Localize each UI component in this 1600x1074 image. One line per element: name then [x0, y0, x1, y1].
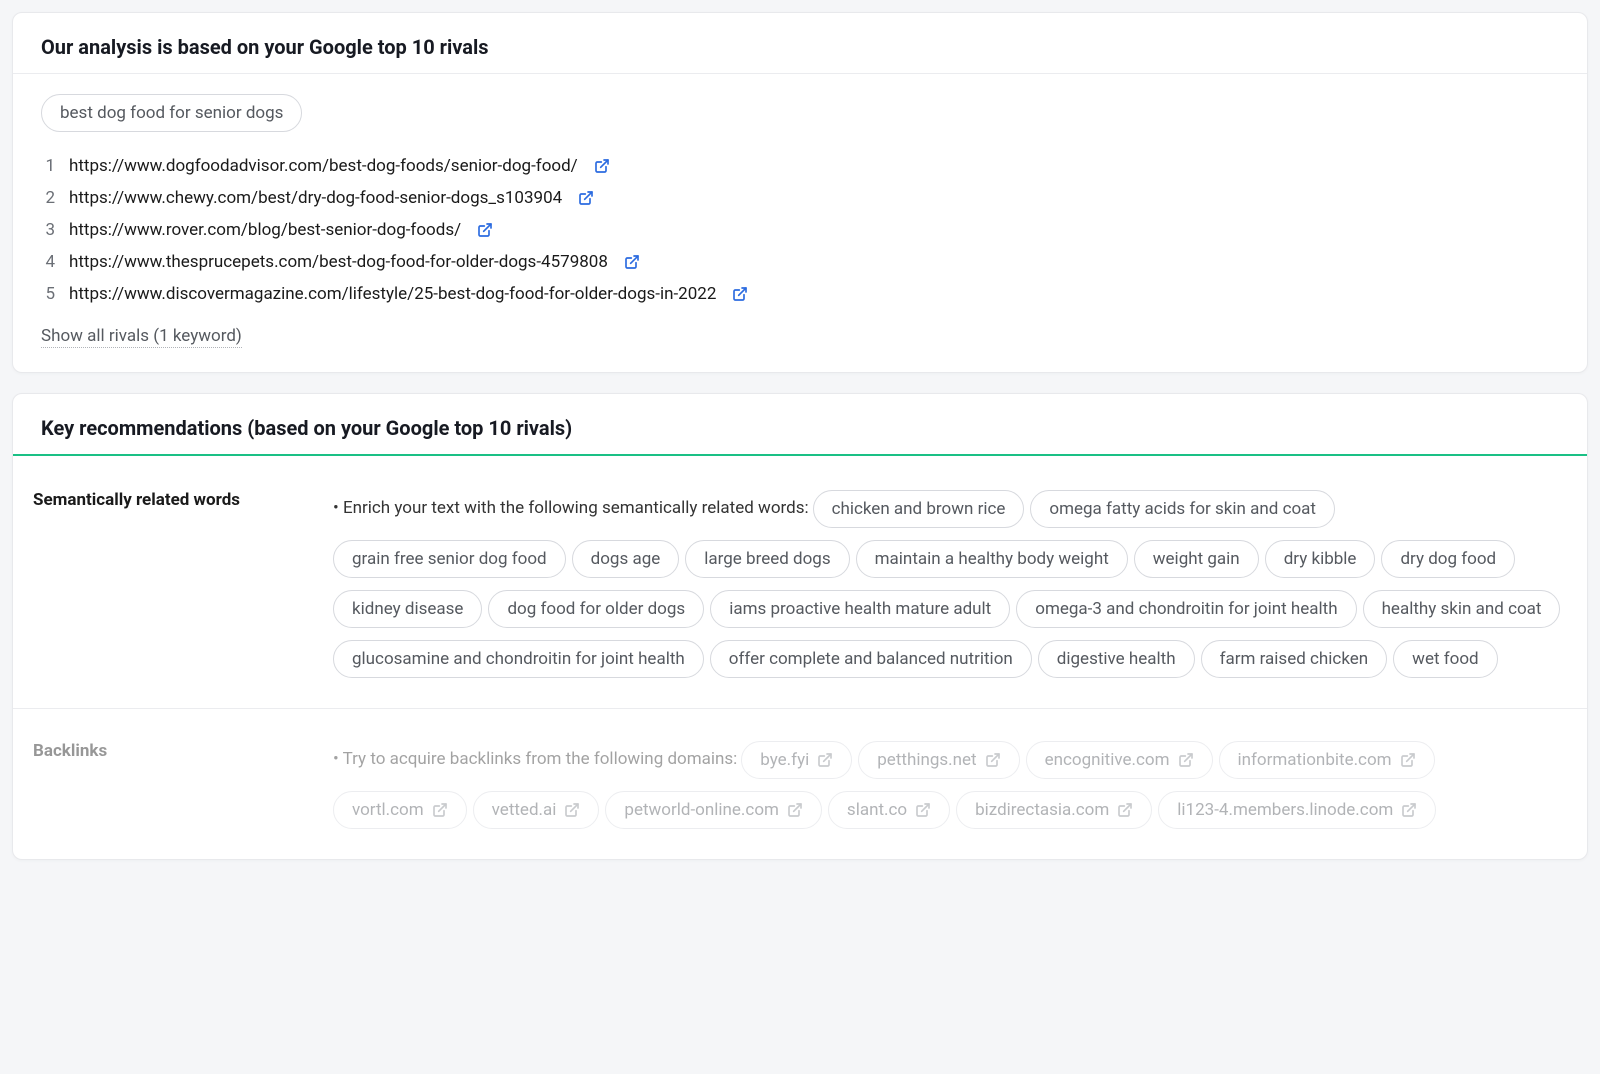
- semantic-word-pill[interactable]: chicken and brown rice: [813, 490, 1025, 528]
- semantic-word-pill[interactable]: healthy skin and coat: [1363, 590, 1561, 628]
- semantic-lead: Enrich your text with the following sema…: [333, 498, 809, 518]
- external-link-icon[interactable]: [787, 802, 803, 818]
- external-link-icon[interactable]: [1117, 802, 1133, 818]
- rival-number: 5: [41, 284, 55, 304]
- external-link-icon[interactable]: [432, 802, 448, 818]
- rival-url[interactable]: https://www.thesprucepets.com/best-dog-f…: [69, 252, 608, 272]
- backlinks-row: Backlinks Try to acquire backlinks from …: [13, 727, 1587, 859]
- rival-row: 3 https://www.rover.com/blog/best-senior-…: [41, 214, 1559, 246]
- semantic-pills: chicken and brown riceomega fatty acids …: [333, 498, 1566, 667]
- rival-url[interactable]: https://www.chewy.com/best/dry-dog-food-…: [69, 188, 562, 208]
- backlink-domain-pill[interactable]: petthings.net: [858, 741, 1019, 779]
- backlink-domain-pill[interactable]: li123-4.members.linode.com: [1158, 791, 1436, 829]
- external-link-icon[interactable]: [594, 158, 610, 174]
- rivals-list: 1 https://www.dogfoodadvisor.com/best-dog…: [41, 150, 1559, 310]
- external-link-icon[interactable]: [915, 802, 931, 818]
- semantic-word-pill[interactable]: glucosamine and chondroitin for joint he…: [333, 640, 704, 678]
- backlink-domain-text: slant.co: [847, 800, 907, 820]
- rival-url[interactable]: https://www.discovermagazine.com/lifesty…: [69, 284, 716, 304]
- semantic-row: Semantically related words Enrich your t…: [13, 476, 1587, 708]
- backlinks-lead: Try to acquire backlinks from the follow…: [333, 749, 737, 769]
- recommendations-title: Key recommendations (based on your Googl…: [41, 416, 1559, 440]
- backlink-domain-text: vortl.com: [352, 800, 424, 820]
- backlink-domain-pill[interactable]: bye.fyi: [741, 741, 852, 779]
- external-link-icon[interactable]: [564, 802, 580, 818]
- semantic-word-pill[interactable]: offer complete and balanced nutrition: [710, 640, 1032, 678]
- external-link-icon[interactable]: [732, 286, 748, 302]
- backlink-domain-pill[interactable]: encognitive.com: [1026, 741, 1213, 779]
- semantic-word-pill[interactable]: dogs age: [572, 540, 680, 578]
- rival-number: 4: [41, 252, 55, 272]
- external-link-icon[interactable]: [1400, 752, 1416, 768]
- semantic-word-pill[interactable]: kidney disease: [333, 590, 482, 628]
- external-link-icon[interactable]: [1178, 752, 1194, 768]
- backlink-domain-pill[interactable]: petworld-online.com: [605, 791, 822, 829]
- rival-url[interactable]: https://www.rover.com/blog/best-senior-d…: [69, 220, 461, 240]
- backlink-domain-pill[interactable]: slant.co: [828, 791, 950, 829]
- semantic-word-pill[interactable]: dry kibble: [1265, 540, 1376, 578]
- semantic-word-pill[interactable]: large breed dogs: [685, 540, 849, 578]
- semantic-word-pill[interactable]: digestive health: [1038, 640, 1195, 678]
- backlink-domain-text: informationbite.com: [1238, 750, 1392, 770]
- backlink-domain-pill[interactable]: bizdirectasia.com: [956, 791, 1152, 829]
- semantic-label: Semantically related words: [33, 484, 333, 510]
- semantic-word-pill[interactable]: omega fatty acids for skin and coat: [1030, 490, 1335, 528]
- semantic-word-pill[interactable]: iams proactive health mature adult: [710, 590, 1010, 628]
- backlink-domain-pill[interactable]: vortl.com: [333, 791, 467, 829]
- semantic-word-pill[interactable]: maintain a healthy body weight: [856, 540, 1128, 578]
- backlink-domain-pill[interactable]: vetted.ai: [473, 791, 600, 829]
- rival-number: 2: [41, 188, 55, 208]
- keyword-chip[interactable]: best dog food for senior dogs: [41, 94, 302, 132]
- rival-row: 5 https://www.discovermagazine.com/lifest…: [41, 278, 1559, 310]
- rival-row: 2 https://www.chewy.com/best/dry-dog-food…: [41, 182, 1559, 214]
- semantic-word-pill[interactable]: grain free senior dog food: [333, 540, 566, 578]
- show-all-rivals-link[interactable]: Show all rivals (1 keyword): [41, 326, 242, 348]
- external-link-icon[interactable]: [985, 752, 1001, 768]
- backlink-domain-pill[interactable]: informationbite.com: [1219, 741, 1435, 779]
- external-link-icon[interactable]: [578, 190, 594, 206]
- rival-number: 1: [41, 156, 55, 176]
- semantic-word-pill[interactable]: farm raised chicken: [1201, 640, 1388, 678]
- backlink-domain-text: petworld-online.com: [624, 800, 779, 820]
- recommendations-card: Key recommendations (based on your Googl…: [12, 393, 1588, 860]
- analysis-title: Our analysis is based on your Google top…: [41, 35, 1559, 59]
- backlinks-label: Backlinks: [33, 735, 333, 761]
- analysis-card: Our analysis is based on your Google top…: [12, 12, 1588, 373]
- semantic-word-pill[interactable]: omega-3 and chondroitin for joint health: [1016, 590, 1356, 628]
- semantic-word-pill[interactable]: dog food for older dogs: [488, 590, 704, 628]
- semantic-word-pill[interactable]: dry dog food: [1381, 540, 1515, 578]
- rival-url[interactable]: https://www.dogfoodadvisor.com/best-dog-…: [69, 156, 578, 176]
- external-link-icon[interactable]: [817, 752, 833, 768]
- divider: [13, 708, 1587, 709]
- external-link-icon[interactable]: [477, 222, 493, 238]
- external-link-icon[interactable]: [624, 254, 640, 270]
- external-link-icon[interactable]: [1401, 802, 1417, 818]
- rival-number: 3: [41, 220, 55, 240]
- semantic-word-pill[interactable]: weight gain: [1134, 540, 1259, 578]
- backlink-domain-text: vetted.ai: [492, 800, 557, 820]
- backlink-domain-text: bye.fyi: [760, 750, 809, 770]
- backlink-domain-text: petthings.net: [877, 750, 976, 770]
- backlink-domain-text: li123-4.members.linode.com: [1177, 800, 1393, 820]
- semantic-word-pill[interactable]: wet food: [1393, 640, 1497, 678]
- rival-row: 4 https://www.thesprucepets.com/best-dog-…: [41, 246, 1559, 278]
- backlink-domain-text: encognitive.com: [1045, 750, 1170, 770]
- rival-row: 1 https://www.dogfoodadvisor.com/best-dog…: [41, 150, 1559, 182]
- backlink-domain-text: bizdirectasia.com: [975, 800, 1109, 820]
